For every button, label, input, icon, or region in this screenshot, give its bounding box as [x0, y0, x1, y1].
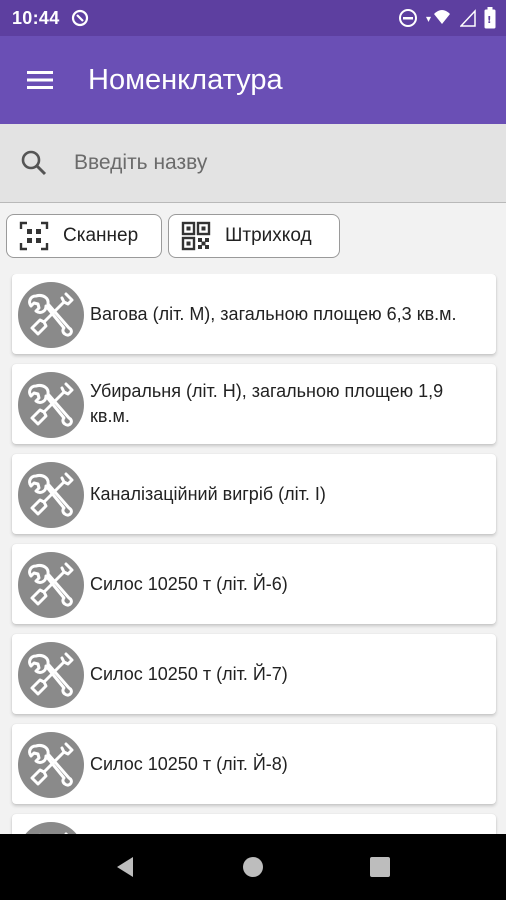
avatar	[18, 642, 84, 708]
item-title: Убиральня (літ. Н), загальною площею 1,9…	[90, 381, 444, 426]
barcode-button[interactable]: Штрихкод	[168, 214, 340, 258]
recents-icon	[370, 857, 390, 877]
tools-icon	[64, 832, 69, 834]
battery-icon: !	[484, 7, 496, 29]
data-saver-icon	[71, 9, 88, 27]
tool-buttons: Сканнер Штрихкод	[0, 214, 506, 260]
list-item[interactable]: Вагова (літ. М), загальною площею 6,3 кв…	[12, 274, 496, 354]
tools-icon	[28, 652, 74, 697]
search-input[interactable]	[72, 150, 456, 176]
search-bar	[0, 124, 506, 203]
menu-button[interactable]	[10, 50, 70, 110]
barcode-label: Штрихкод	[225, 225, 312, 246]
avatar	[18, 372, 84, 438]
back-button[interactable]	[108, 850, 142, 884]
app-bar: Номенклатура	[0, 36, 506, 124]
scanner-label: Сканнер	[63, 225, 139, 246]
back-icon	[117, 857, 133, 877]
item-title: Вагова (літ. М), загальною площею 6,3 кв…	[90, 303, 457, 324]
tools-icon	[28, 382, 74, 427]
list-item[interactable]: Силос 10250 т (літ. Й-8)	[12, 724, 496, 804]
status-icons: ▾ !	[398, 7, 496, 29]
do-not-disturb-icon	[399, 9, 417, 27]
home-icon	[243, 857, 263, 877]
avatar	[18, 282, 84, 348]
item-title: Силос 10250 т (літ. Й-7)	[90, 663, 288, 684]
search-icon	[21, 150, 47, 176]
menu-icon	[27, 71, 53, 89]
qr-scan-icon	[19, 221, 49, 251]
tools-icon	[28, 472, 74, 517]
wifi-icon: ▾	[426, 10, 450, 25]
navigation-bar	[0, 834, 506, 900]
list-item[interactable]: Каналізаційний вигріб (літ. І)	[12, 454, 496, 534]
item-title: Силос 10250 т (літ. Й-6)	[90, 573, 288, 594]
avatar	[18, 732, 84, 798]
scanner-button[interactable]: Сканнер	[6, 214, 162, 258]
item-list: Вагова (літ. М), загальною площею 6,3 кв…	[0, 274, 506, 834]
svg-text:▾: ▾	[426, 14, 431, 25]
avatar	[18, 822, 84, 834]
tools-icon	[28, 562, 74, 607]
list-item[interactable]: Силос 10250 т (літ. Й-7)	[12, 634, 496, 714]
signal-icon	[460, 9, 476, 27]
qr-code-icon	[181, 221, 211, 251]
avatar	[18, 462, 84, 528]
status-bar: 10:44 ▾ !	[0, 0, 506, 36]
tools-icon	[28, 292, 74, 337]
list-item[interactable]: Убиральня (літ. Н), загальною площею 1,9…	[12, 364, 496, 444]
list-item[interactable]	[12, 814, 496, 834]
item-title: Силос 10250 т (літ. Й-8)	[90, 753, 288, 774]
svg-text:!: !	[487, 15, 492, 26]
recents-button[interactable]	[363, 850, 397, 884]
page-title: Номенклатура	[88, 63, 283, 96]
list-item[interactable]: Силос 10250 т (літ. Й-6)	[12, 544, 496, 624]
home-button[interactable]	[236, 850, 270, 884]
item-title: Каналізаційний вигріб (літ. І)	[90, 483, 326, 504]
status-time: 10:44	[12, 7, 60, 28]
tools-icon	[28, 742, 74, 787]
avatar	[18, 552, 84, 618]
